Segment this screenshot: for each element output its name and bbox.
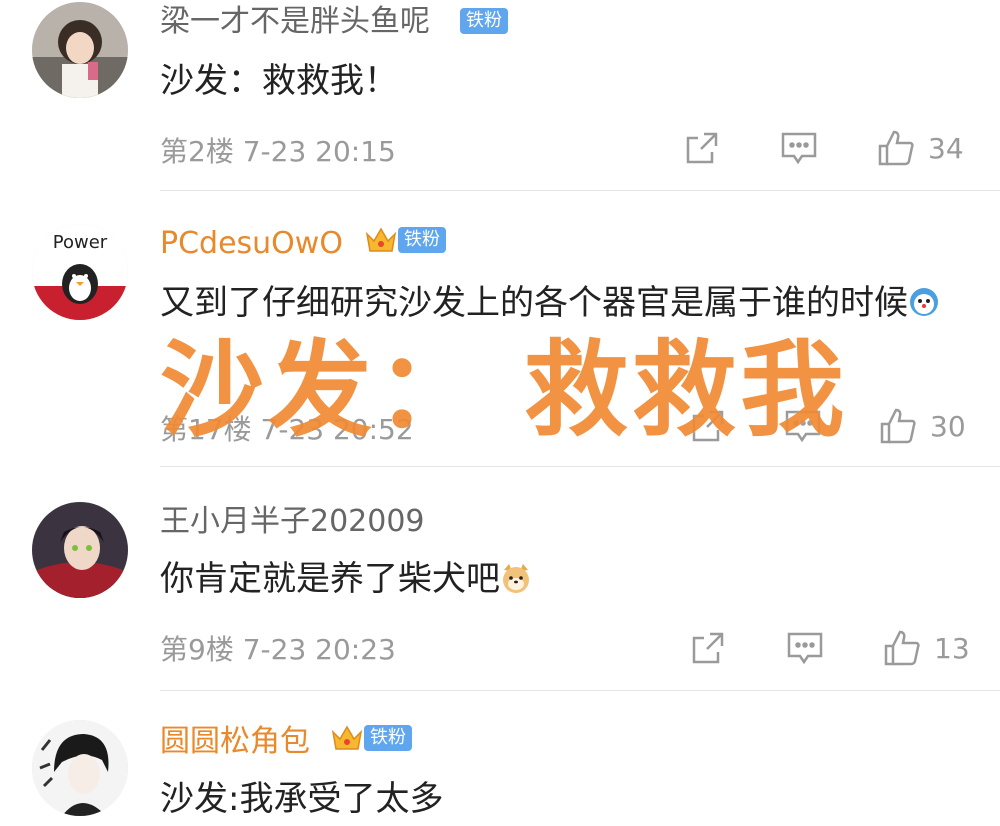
comment-text-content: 你肯定就是养了柴犬吧 xyxy=(160,559,500,599)
comment-text: 你肯定就是养了柴犬吧 xyxy=(160,552,980,606)
reply-icon xyxy=(781,132,817,165)
like-button[interactable]: 34 xyxy=(876,128,964,168)
badge-group: 铁粉 xyxy=(460,8,508,34)
doge-emoji xyxy=(910,288,938,316)
like-count: 30 xyxy=(930,409,966,443)
like-count: 34 xyxy=(928,131,964,165)
fan-badge: 铁粉 xyxy=(364,725,412,751)
like-count: 13 xyxy=(934,631,970,665)
divider xyxy=(160,690,1000,691)
crown-icon xyxy=(331,725,363,750)
share-icon xyxy=(686,132,718,164)
like-icon xyxy=(878,130,914,166)
username[interactable]: 王小月半子202009 xyxy=(160,504,425,540)
reply-icon xyxy=(787,632,823,665)
badge-group: 铁粉 xyxy=(364,224,446,256)
share-button[interactable] xyxy=(684,130,720,166)
svg-text:Power: Power xyxy=(53,232,108,253)
comment-text: 沙发:我承受了太多 xyxy=(160,779,444,819)
like-icon xyxy=(884,630,920,666)
share-icon xyxy=(692,632,724,664)
divider xyxy=(160,190,1000,191)
avatar[interactable] xyxy=(32,502,128,598)
avatar[interactable] xyxy=(32,2,128,98)
avatar[interactable] xyxy=(32,720,128,816)
comment-text: 又到了仔细研究沙发上的各个器官是属于谁的时候 xyxy=(160,276,980,330)
share-button[interactable] xyxy=(690,630,726,666)
reply-button[interactable] xyxy=(786,630,824,666)
fan-badge: 铁粉 xyxy=(460,8,508,34)
shiba-emoji xyxy=(503,564,529,593)
username[interactable]: PCdesuOwO xyxy=(160,226,343,262)
fan-badge: 铁粉 xyxy=(398,227,446,253)
floor-time: 第2楼 7-23 20:15 xyxy=(160,135,396,168)
username[interactable]: 梁一才不是胖头鱼呢 xyxy=(160,4,430,40)
crown-icon xyxy=(365,227,397,252)
reply-button[interactable] xyxy=(780,130,818,166)
comment-text-content: 又到了仔细研究沙发上的各个器官是属于谁的时候 xyxy=(160,283,908,323)
divider xyxy=(160,466,1000,467)
avatar[interactable]: Power xyxy=(32,224,128,320)
username[interactable]: 圆圆松角包 xyxy=(160,724,310,760)
like-button[interactable]: 13 xyxy=(882,628,970,668)
like-button[interactable]: 30 xyxy=(878,406,966,446)
badge-group: 铁粉 xyxy=(330,722,412,754)
floor-time: 第9楼 7-23 20:23 xyxy=(160,633,396,666)
overlay-caption: 沙发： 救救我 xyxy=(160,329,849,451)
like-icon xyxy=(880,408,916,444)
comment-text: 沙发：救救我！ xyxy=(160,61,398,101)
